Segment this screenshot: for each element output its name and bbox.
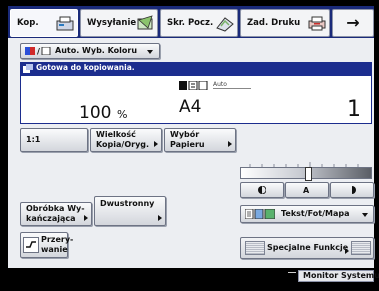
- paper-drawer-icon: [179, 81, 208, 90]
- duplex-button[interactable]: Dwustronny: [94, 196, 166, 226]
- density-slider[interactable]: [240, 167, 372, 181]
- tab-mailbox[interactable]: Skr. Pocz.: [160, 9, 238, 37]
- interrupt-icon-frame: [23, 237, 39, 253]
- tab-mailbox-label: Skr. Pocz.: [167, 18, 214, 28]
- printer-icon: [308, 16, 326, 31]
- left-stripe-decoration: [245, 241, 265, 255]
- finishing-label-2: kańczająca: [26, 214, 76, 223]
- copy-icon: [56, 16, 74, 31]
- paper-select-label-2: Papieru: [170, 140, 205, 149]
- tab-print-jobs[interactable]: Zad. Druku: [240, 9, 330, 37]
- interrupt-label-2: wanie: [41, 245, 68, 254]
- interrupt-icon: [26, 241, 36, 248]
- system-monitor-label: Monitor Systemu: [303, 271, 379, 280]
- tab-send-label: Wysyłanie: [87, 18, 137, 28]
- zoom-unit: %: [117, 108, 128, 121]
- density-scale: [240, 156, 372, 170]
- tab-send[interactable]: Wysyłanie: [80, 9, 158, 37]
- copy-size-label-2: Kopia/Oryg.: [96, 140, 150, 149]
- paper-mode-line: [213, 88, 251, 89]
- zoom-ratio: 100: [79, 103, 112, 123]
- tab-more-button[interactable]: →: [332, 9, 374, 37]
- svg-text:/: /: [37, 47, 40, 55]
- chevron-right-icon: [345, 248, 349, 254]
- special-functions-button[interactable]: Specjalne Funkcje: [240, 237, 374, 259]
- original-type-label: Tekst/Fot/Mapa: [281, 209, 350, 218]
- original-type-icon: [245, 209, 275, 219]
- copy-size-button[interactable]: Wielkość Kopia/Oryg.: [90, 128, 162, 152]
- interrupt-button[interactable]: Przery- wanie: [20, 232, 73, 258]
- density-auto-button[interactable]: A: [285, 182, 329, 198]
- tab-copy-label: Kop.: [17, 18, 39, 28]
- monitor-line-icon: [288, 272, 296, 273]
- copy-screen: Kop. Wysyłanie Skr. Pocz. Zad. Druku → /…: [8, 6, 379, 284]
- function-tab-bar: Kop. Wysyłanie Skr. Pocz. Zad. Druku →: [8, 6, 374, 38]
- finishing-label-1: Obróbka Wy-: [26, 204, 85, 213]
- chevron-down-icon: [147, 50, 153, 54]
- right-stripe-decoration: [351, 241, 371, 255]
- half-circle-light-icon: [258, 186, 266, 194]
- paper-mode-label: Auto: [213, 81, 227, 88]
- chevron-right-icon: [84, 215, 88, 221]
- system-monitor-button[interactable]: Monitor Systemu: [298, 270, 379, 282]
- copy-status-icon: [23, 64, 33, 73]
- copy-size-label-1: Wielkość: [96, 130, 136, 139]
- color-mode-dropdown[interactable]: / Auto. Wyb. Koloru: [20, 43, 160, 59]
- special-functions-label: Specjalne Funkcje: [267, 243, 349, 252]
- mailbox-icon: [216, 17, 234, 32]
- paper-select-button[interactable]: Wybór Papieru: [164, 128, 236, 152]
- original-type-dropdown[interactable]: Tekst/Fot/Mapa: [240, 205, 374, 223]
- copy-info-panel: 100 % Auto A4 1: [20, 75, 372, 124]
- status-bar: Gotowa do kopiowania.: [20, 62, 372, 75]
- ratio-1-1-label: 1:1: [26, 135, 41, 144]
- interrupt-label-1: Przery-: [41, 235, 74, 244]
- density-darker-button[interactable]: [330, 182, 374, 198]
- tab-copy[interactable]: Kop.: [10, 9, 78, 37]
- paper-size: A4: [179, 97, 202, 117]
- chevron-right-icon: [158, 215, 162, 221]
- chevron-down-icon: [362, 213, 368, 217]
- color-mode-icon: /: [25, 47, 51, 55]
- tab-print-jobs-label: Zad. Druku: [247, 18, 301, 28]
- ratio-1-1-button[interactable]: 1:1: [20, 128, 88, 152]
- send-icon: [137, 15, 153, 30]
- half-circle-dark-icon: [352, 186, 356, 194]
- chevron-right-icon: [154, 141, 158, 147]
- density-lighter-button[interactable]: [240, 182, 284, 198]
- color-mode-label: Auto. Wyb. Koloru: [55, 46, 138, 55]
- status-text: Gotowa do kopiowania.: [36, 63, 135, 72]
- finishing-button[interactable]: Obróbka Wy- kańczająca: [20, 202, 92, 226]
- bottom-status-bar: Monitor Systemu: [8, 268, 379, 284]
- copy-count: 1: [347, 97, 361, 122]
- chevron-right-icon: [228, 141, 232, 147]
- duplex-label: Dwustronny: [100, 199, 155, 208]
- density-auto-label: A: [303, 186, 310, 195]
- paper-select-label-1: Wybór: [170, 130, 200, 139]
- density-slider-thumb[interactable]: [305, 167, 312, 181]
